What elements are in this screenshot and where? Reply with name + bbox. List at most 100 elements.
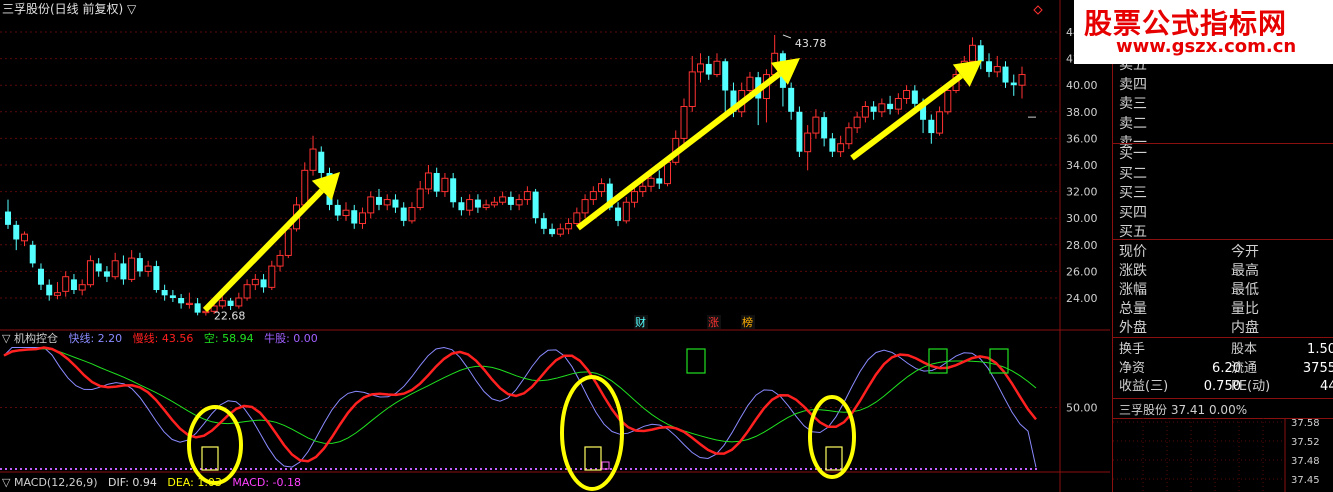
candle-up[interactable] — [523, 191, 531, 201]
diamond-icon[interactable] — [1033, 5, 1043, 15]
candle-down[interactable] — [70, 279, 77, 291]
candle-down[interactable] — [722, 61, 729, 91]
candle-down[interactable] — [615, 207, 622, 221]
candle-down[interactable] — [911, 90, 918, 104]
candle-down[interactable] — [46, 284, 53, 296]
candle-up[interactable] — [556, 228, 564, 235]
candle-down[interactable] — [318, 151, 325, 173]
candle-up[interactable] — [86, 260, 94, 286]
candle-down[interactable] — [829, 138, 836, 152]
candle-up[interactable] — [861, 105, 869, 118]
candle-up[interactable] — [276, 254, 284, 267]
candle-up[interactable] — [424, 172, 432, 190]
candle-down[interactable] — [540, 218, 547, 229]
candle-up[interactable] — [746, 76, 754, 92]
candle-up[interactable] — [598, 183, 606, 193]
candle-down[interactable] — [458, 202, 465, 211]
candle-up[interactable] — [565, 223, 573, 230]
candle-up[interactable] — [358, 212, 366, 225]
candle-up[interactable] — [284, 228, 292, 256]
candle-down[interactable] — [796, 111, 803, 152]
candle-down[interactable] — [977, 45, 984, 62]
signal-box-top[interactable] — [686, 348, 706, 374]
candle-up[interactable] — [309, 148, 317, 171]
candle-down[interactable] — [153, 266, 160, 291]
candle-down[interactable] — [103, 271, 110, 277]
candle-down[interactable] — [194, 303, 201, 313]
candle-down[interactable] — [161, 290, 168, 296]
macd-legend[interactable]: ▽ MACD(12,26,9) DIF: 0.94 DEA: 1.03 MACD… — [2, 476, 301, 490]
candle-down[interactable] — [334, 204, 341, 216]
candle-down[interactable] — [5, 211, 11, 225]
candle-up[interactable] — [301, 169, 309, 206]
candle-up[interactable] — [589, 191, 597, 201]
candle-up[interactable] — [993, 66, 1001, 73]
candle-up[interactable] — [664, 161, 672, 185]
candle-up[interactable] — [367, 196, 375, 214]
candle-up[interactable] — [144, 265, 152, 272]
candle-up[interactable] — [688, 71, 696, 107]
candle-up[interactable] — [218, 300, 226, 307]
signal-box-bottom[interactable] — [584, 446, 602, 471]
candle-up[interactable] — [416, 188, 424, 209]
candle-down[interactable] — [375, 196, 382, 205]
candle-down[interactable] — [1002, 66, 1009, 83]
stock-title[interactable]: 三孚股份(日线 前复权) ▽ — [2, 2, 136, 16]
candle-down[interactable] — [169, 295, 176, 298]
candle-up[interactable] — [482, 204, 490, 209]
candle-down[interactable] — [95, 263, 102, 272]
candle-down[interactable] — [260, 279, 267, 288]
candle-down[interactable] — [37, 268, 44, 285]
candle-up[interactable] — [622, 201, 630, 222]
candle-down[interactable] — [928, 119, 935, 134]
candle-down[interactable] — [450, 178, 457, 203]
candle-down[interactable] — [227, 300, 234, 306]
candle-up[interactable] — [647, 177, 655, 187]
candle-up[interactable] — [1018, 74, 1026, 86]
candle-up[interactable] — [903, 90, 911, 99]
signal-box-top[interactable] — [928, 348, 948, 374]
candle-up[interactable] — [185, 302, 193, 306]
candle-up[interactable] — [837, 143, 845, 153]
candle-down[interactable] — [178, 298, 185, 304]
candle-up[interactable] — [408, 207, 416, 222]
candle-up[interactable] — [111, 260, 119, 278]
candle-down[interactable] — [656, 178, 663, 184]
candle-up[interactable] — [268, 265, 276, 288]
candle-up[interactable] — [20, 233, 28, 242]
candle-up[interactable] — [631, 191, 639, 203]
candle-up[interactable] — [853, 116, 861, 129]
candle-up[interactable] — [251, 278, 259, 286]
candle-down[interactable] — [400, 207, 407, 221]
signal-box-bottom[interactable] — [825, 446, 843, 471]
candle-down[interactable] — [507, 196, 514, 205]
candle-down[interactable] — [392, 199, 399, 208]
candle-up[interactable] — [235, 297, 243, 307]
macd-name[interactable]: ▽ MACD(12,26,9) — [2, 476, 98, 489]
candle-up[interactable] — [441, 177, 449, 193]
candle-down[interactable] — [351, 210, 358, 224]
candle-down[interactable] — [29, 244, 36, 264]
candle-up[interactable] — [639, 185, 647, 193]
indicator-legend[interactable]: ▽ 机构控仓 快线: 2.20 慢线: 43.56 空: 58.94 牛股: 0… — [2, 332, 318, 346]
candle-up[interactable] — [581, 199, 589, 214]
candle-up[interactable] — [128, 257, 136, 280]
candle-up[interactable] — [878, 103, 886, 113]
candle-up[interactable] — [78, 284, 86, 291]
candle-up[interactable] — [804, 132, 812, 153]
candle-up[interactable] — [713, 60, 721, 76]
candle-up[interactable] — [944, 90, 952, 113]
candle-up[interactable] — [62, 276, 70, 292]
candle-up[interactable] — [202, 310, 210, 314]
candle-down[interactable] — [532, 191, 539, 219]
candle-up[interactable] — [573, 212, 581, 225]
candle-down[interactable] — [120, 263, 127, 280]
candle-down[interactable] — [474, 199, 481, 208]
candle-down[interactable] — [136, 258, 143, 272]
signal-box-bottom[interactable] — [201, 446, 219, 471]
candle-down[interactable] — [986, 61, 993, 72]
candle-down[interactable] — [788, 87, 795, 112]
candle-down[interactable] — [821, 117, 828, 139]
candle-up[interactable] — [696, 63, 704, 73]
candle-down[interactable] — [1010, 82, 1017, 86]
